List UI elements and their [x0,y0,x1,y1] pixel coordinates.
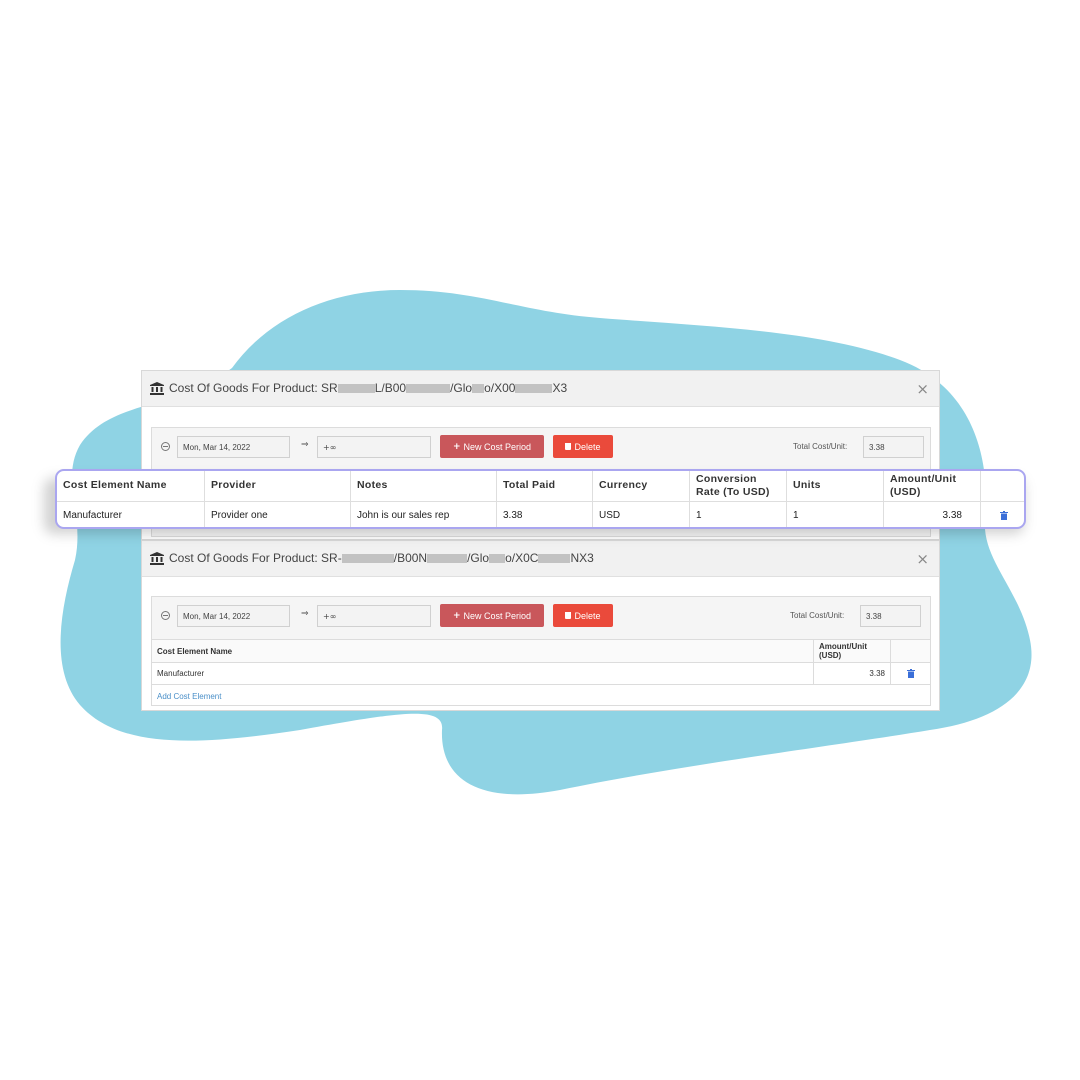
units-cell[interactable]: 1 [786,502,883,527]
modal-header: Cost Of Goods For Product: SR L/B00 /Glo… [142,371,939,407]
start-date-field[interactable]: Mon, Mar 14, 2022 [177,436,290,458]
notes-cell[interactable]: John is our sales rep [350,502,496,527]
delete-button[interactable]: Delete [553,435,613,458]
redacted-block [337,383,375,393]
redacted-block [538,553,571,563]
column-header: Amount/Unit (USD) [883,471,980,501]
title-text-part: NX3 [570,551,594,565]
new-cost-period-label: New Cost Period [463,441,532,452]
arrow-icon: ⇒ [301,440,309,450]
table-header-row: Cost Element Name Provider Notes Total P… [57,471,1024,502]
title-text-part: /Glo [450,381,473,395]
title-text-part: L/B00 [374,381,407,395]
highlighted-cost-table: Cost Element Name Provider Notes Total P… [55,469,1026,529]
currency-cell[interactable]: USD [592,502,689,527]
total-cost-label: Total Cost/Unit: [793,442,848,451]
new-cost-period-button[interactable]: + New Cost Period [440,435,544,458]
end-date-field[interactable]: +∞ [317,436,431,458]
bank-icon [150,381,164,395]
start-date-field[interactable]: Mon, Mar 14, 2022 [177,605,290,627]
title-text-part: Cost Of Goods For Product: SR [169,381,338,395]
bank-icon [150,551,164,565]
delete-row-cell [980,502,1024,527]
title-text-part: o/X0C [505,551,539,565]
cost-element-name-cell[interactable]: Manufacturer [57,502,204,527]
delete-button[interactable]: Delete [553,604,613,627]
cost-element-name-cell[interactable]: Manufacturer [152,663,813,684]
collapse-icon[interactable] [161,611,170,620]
modal-title: Cost Of Goods For Product: SR L/B00 /Glo… [150,381,567,395]
delete-row-cell [890,663,930,684]
provider-cell[interactable]: Provider one [204,502,350,527]
trash-icon [565,443,572,450]
collapse-icon[interactable] [161,442,170,451]
column-header-empty [890,640,930,662]
column-header: Provider [204,471,350,501]
redacted-block [427,553,468,563]
column-header: Cost Element Name [157,646,233,656]
column-header: Notes [350,471,496,501]
redacted-block [341,553,394,563]
close-icon[interactable]: × [916,380,929,398]
delete-label: Delete [574,610,601,621]
conversion-rate-cell[interactable]: 1 [689,502,786,527]
add-cost-element-link[interactable]: Add Cost Element [157,692,221,701]
column-header: Amount/Unit (USD) [813,640,890,662]
redacted-block [515,383,553,393]
trash-icon[interactable] [906,669,915,678]
arrow-icon: ⇒ [301,609,309,619]
column-header: Units [786,471,883,501]
title-text-part: X3 [552,381,568,395]
cost-of-goods-modal-2: Cost Of Goods For Product: SR- /B00N /Gl… [141,540,940,711]
redacted-block [472,383,485,393]
title-text-part: o/X00 [484,381,516,395]
table-header-row: Cost Element Name Amount/Unit (USD) [152,640,930,663]
trash-icon [565,612,572,619]
total-cost-field: 3.38 [863,436,924,458]
trash-icon[interactable] [999,511,1008,520]
table-row: Manufacturer Provider one John is our sa… [57,502,1024,527]
total-cost-label: Total Cost/Unit: [790,611,845,620]
title-text-part: /B00N [393,551,428,565]
amount-cell[interactable]: 3.38 [813,663,890,684]
title-text-part: Cost Of Goods For Product: SR- [169,551,342,565]
column-header-empty [980,471,1024,501]
modal-header: Cost Of Goods For Product: SR- /B00N /Gl… [142,541,939,577]
total-paid-cell[interactable]: 3.38 [496,502,592,527]
new-cost-period-button[interactable]: + New Cost Period [440,604,544,627]
redacted-block [406,383,451,393]
column-header: Cost Element Name [63,479,167,492]
modal-title: Cost Of Goods For Product: SR- /B00N /Gl… [150,551,594,565]
close-icon[interactable]: × [916,550,929,568]
total-cost-field: 3.38 [860,605,921,627]
plus-icon: + [452,441,461,452]
end-date-field[interactable]: +∞ [317,605,431,627]
plus-icon: + [452,610,461,621]
new-cost-period-label: New Cost Period [463,610,532,621]
column-header: Conversion Rate (To USD) [689,471,786,501]
table-row: Manufacturer 3.38 [152,663,930,685]
column-header: Total Paid [496,471,592,501]
column-header: Currency [592,471,689,501]
amount-per-unit-cell[interactable]: 3.38 [883,502,980,527]
title-text-part: /Glo [467,551,490,565]
cost-period-box: Mon, Mar 14, 2022 ⇒ +∞ + New Cost Period… [151,596,931,706]
cost-elements-table: Cost Element Name Amount/Unit (USD) Manu… [152,639,930,705]
delete-label: Delete [574,441,601,452]
redacted-block [489,553,506,563]
